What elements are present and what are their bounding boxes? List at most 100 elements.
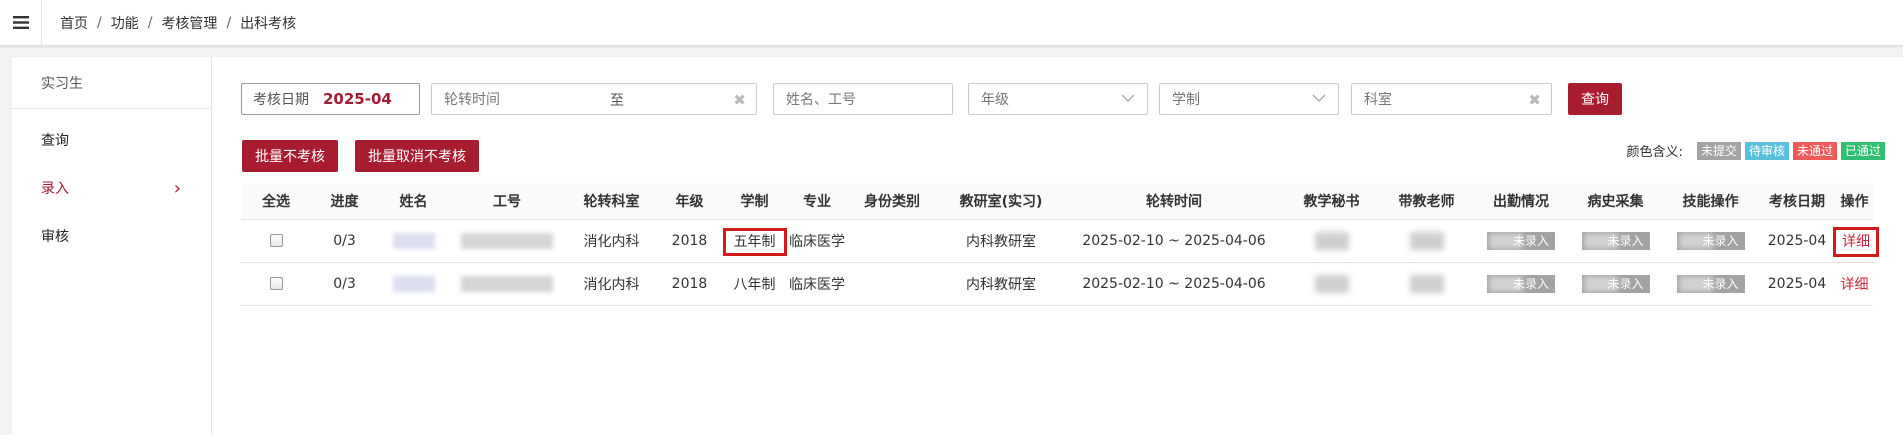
column-header-history: 病史采集: [1568, 183, 1663, 220]
breadcrumb-home[interactable]: 首页: [60, 13, 88, 33]
attendance-status-badge[interactable]: 未录入: [1487, 274, 1555, 293]
hamburger-icon: [12, 16, 29, 29]
breadcrumb-current: 出科考核: [240, 15, 297, 32]
sidebar: 实习生 查询 录入 › 审核: [12, 57, 212, 435]
skill-status-badge[interactable]: 未录入: [1676, 231, 1745, 250]
color-legend: 颜色含义: 未提交 待审核 未通过 已通过: [1627, 141, 1885, 160]
breadcrumb: 首页 / 功能 / 考核管理 / 出科考核: [60, 13, 296, 33]
sidebar-item-label: 查询: [41, 133, 69, 149]
top-bar: 首页 / 功能 / 考核管理 / 出科考核: [0, 0, 1903, 46]
sidebar-item-label: 录入: [41, 181, 69, 197]
history-status-badge[interactable]: 未录入: [1581, 231, 1650, 250]
redacted-secretary: [1314, 231, 1349, 250]
rotation-to-label: 至: [610, 93, 624, 109]
grade-select[interactable]: 年级: [968, 83, 1148, 115]
column-header-rotation-dept: 轮转科室: [565, 183, 658, 220]
clear-icon[interactable]: ✖: [733, 91, 746, 109]
exam-table: 全选 进度 姓名 工号 轮转科室 年级 学制 专业 身份类别 教研室(实习) 轮…: [241, 183, 1879, 306]
legend-tag-not-submitted: 未提交: [1696, 141, 1741, 160]
main-area: 考核日期 2025-04 轮转时间 至 ✖ 姓名、工号 年级 学制 科室 ✖ 查…: [213, 57, 1903, 435]
row-dept: 消化内科: [565, 219, 658, 263]
row-dept: 消化内科: [565, 262, 658, 306]
legend-tag-not-passed: 未通过: [1792, 141, 1837, 160]
name-search-placeholder: 姓名、工号: [786, 92, 856, 108]
name-search-input[interactable]: 姓名、工号: [773, 83, 953, 115]
rotation-time-placeholder: 轮转时间: [444, 92, 500, 108]
clear-icon[interactable]: ✖: [1528, 91, 1541, 109]
breadcrumb-separator: /: [97, 14, 102, 31]
column-header-name: 姓名: [378, 183, 449, 220]
rotation-time-range-input[interactable]: 轮转时间 至 ✖: [431, 83, 757, 115]
batch-cancel-no-exam-button[interactable]: 批量取消不考核: [355, 140, 479, 172]
row-progress: 0/3: [311, 262, 378, 306]
skill-status-badge[interactable]: 未录入: [1676, 274, 1745, 293]
menu-toggle-button[interactable]: [0, 0, 42, 46]
attendance-status-badge[interactable]: 未录入: [1487, 231, 1555, 250]
legend-tag-passed: 已通过: [1840, 141, 1885, 160]
column-header-select-all[interactable]: 全选: [241, 183, 311, 220]
row-system-highlighted: 五年制: [722, 227, 787, 256]
row-system: 八年制: [721, 262, 788, 306]
row-identity: [846, 219, 938, 263]
column-header-action: 操作: [1836, 183, 1873, 220]
column-header-grade: 年级: [658, 183, 721, 220]
grade-select-placeholder: 年级: [981, 92, 1009, 108]
department-select[interactable]: 科室 ✖: [1351, 83, 1552, 115]
column-header-skill: 技能操作: [1663, 183, 1758, 220]
system-select-placeholder: 学制: [1172, 92, 1200, 108]
redacted-id: [461, 275, 553, 292]
system-select[interactable]: 学制: [1159, 83, 1339, 115]
history-status-badge[interactable]: 未录入: [1581, 274, 1650, 293]
column-header-identity: 身份类别: [846, 183, 938, 220]
redacted-secretary: [1314, 274, 1349, 293]
legend-tag-pending-review: 待审核: [1744, 141, 1789, 160]
sidebar-item-label: 审核: [41, 229, 69, 245]
exam-date-label: 考核日期: [253, 92, 309, 108]
column-header-id: 工号: [449, 183, 565, 220]
breadcrumb-exam-management[interactable]: 考核管理: [161, 13, 217, 33]
row-major: 临床医学: [788, 262, 846, 306]
table-row: 0/3 消化内科 2018 五年制 临床医学 内科教研室 2025-02-10 …: [241, 219, 1879, 263]
column-header-office: 教研室(实习): [938, 183, 1064, 220]
column-header-progress: 进度: [311, 183, 378, 220]
row-checkbox[interactable]: [269, 277, 283, 290]
row-rotation-time: 2025-02-10 ~ 2025-04-06: [1064, 219, 1284, 263]
redacted-name: [392, 232, 435, 249]
department-select-placeholder: 科室: [1364, 92, 1392, 108]
column-header-major: 专业: [788, 183, 846, 220]
column-header-teacher: 带教老师: [1379, 183, 1474, 220]
redacted-teacher: [1409, 274, 1444, 293]
chevron-down-icon: [1121, 94, 1135, 102]
sidebar-header: 实习生: [12, 57, 211, 109]
row-exam-date: 2025-04: [1758, 219, 1836, 263]
table-header-row: 全选 进度 姓名 工号 轮转科室 年级 学制 专业 身份类别 教研室(实习) 轮…: [241, 183, 1873, 220]
column-header-secretary: 教学秘书: [1284, 183, 1379, 220]
row-identity: [846, 262, 938, 306]
breadcrumb-separator: /: [226, 14, 232, 31]
breadcrumb-function[interactable]: 功能: [111, 13, 139, 33]
sidebar-item-review[interactable]: 审核: [12, 212, 211, 260]
exam-date-value: 2025-04: [323, 90, 392, 108]
redacted-teacher: [1409, 231, 1444, 250]
exam-date-picker[interactable]: 考核日期 2025-04: [241, 83, 420, 115]
row-grade: 2018: [658, 262, 721, 306]
breadcrumb-separator: /: [147, 14, 153, 31]
batch-no-exam-button[interactable]: 批量不考核: [242, 140, 338, 172]
table-row: 0/3 消化内科 2018 八年制 临床医学 内科教研室 2025-02-10 …: [241, 262, 1873, 306]
detail-link[interactable]: 详细: [1841, 277, 1869, 293]
row-progress: 0/3: [311, 219, 378, 263]
sidebar-item-entry[interactable]: 录入 ›: [12, 164, 211, 212]
sidebar-item-query[interactable]: 查询: [12, 116, 211, 164]
column-header-rotation-time: 轮转时间: [1064, 183, 1284, 220]
row-office: 内科教研室: [938, 262, 1064, 306]
row-major: 临床医学: [788, 219, 846, 263]
column-header-system: 学制: [721, 183, 788, 220]
redacted-name: [392, 275, 435, 292]
query-button[interactable]: 查询: [1568, 83, 1622, 115]
row-grade: 2018: [658, 219, 721, 263]
column-header-attendance: 出勤情况: [1474, 183, 1568, 220]
row-office: 内科教研室: [938, 219, 1064, 263]
detail-link[interactable]: 详细: [1833, 226, 1879, 257]
row-checkbox[interactable]: [269, 234, 283, 247]
color-legend-label: 颜色含义:: [1626, 145, 1683, 160]
